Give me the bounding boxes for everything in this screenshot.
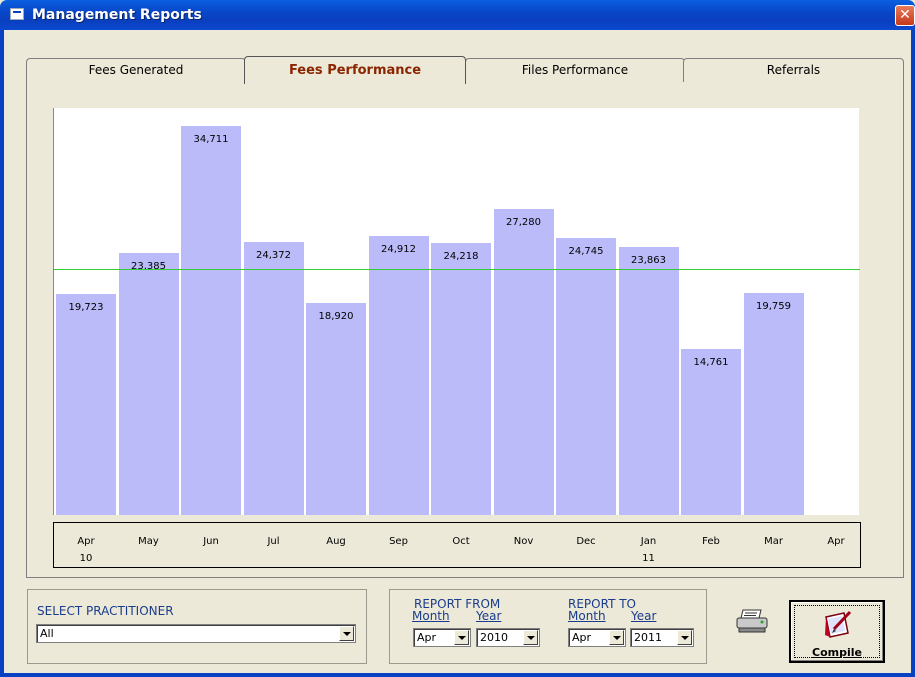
- tab-referrals[interactable]: Referrals: [683, 58, 904, 82]
- chart-bar: [681, 349, 741, 515]
- tab-fees-generated[interactable]: Fees Generated: [26, 58, 246, 82]
- report-to-month-label: Month: [568, 609, 606, 623]
- report-from-month-label: Month: [412, 609, 450, 623]
- chevron-down-icon[interactable]: [454, 630, 469, 645]
- chart-data-label: 23,863: [631, 255, 666, 267]
- practitioner-label: SELECT PRACTITIONER: [37, 604, 174, 618]
- report-from-month-select[interactable]: Apr: [413, 628, 471, 647]
- chart-data-label: 34,711: [193, 133, 229, 145]
- chart-data-label: 19,723: [68, 301, 104, 313]
- tab-fees-performance[interactable]: Fees Performance: [244, 56, 466, 84]
- practitioner-group: SELECT PRACTITIONER All: [27, 589, 367, 664]
- chart-x-tick-label: May: [138, 536, 159, 547]
- chart-bar: [618, 247, 679, 515]
- chevron-down-icon[interactable]: [609, 630, 624, 645]
- compile-label: Compile: [812, 646, 862, 659]
- chart-data-label: 19,759: [756, 301, 791, 313]
- chevron-down-icon[interactable]: [677, 630, 692, 645]
- chart-bar: [306, 302, 366, 515]
- practitioner-value: All: [40, 627, 54, 640]
- report-from-year-label: Year: [476, 609, 502, 623]
- tab-files-performance[interactable]: Files Performance: [465, 58, 685, 82]
- chart-data-label: 24,745: [568, 245, 604, 257]
- chart-plot-area: 19,723 23,385 34,711 24,372 18,920 24,912 24,2…: [53, 108, 860, 515]
- chart-data-label: 24,372: [256, 249, 291, 261]
- close-button[interactable]: ✕: [895, 5, 915, 26]
- chart-data-label: 24,912: [381, 243, 416, 255]
- printer-icon[interactable]: [735, 608, 769, 634]
- report-from-year-select[interactable]: 2010: [476, 628, 540, 647]
- chart-x-tick-label: Apr: [77, 536, 95, 547]
- chevron-down-icon[interactable]: [523, 630, 538, 645]
- window-icon: [10, 8, 24, 20]
- report-to-year-label: Year: [631, 609, 657, 623]
- chevron-down-icon[interactable]: [339, 626, 354, 641]
- chart-x-tick-label: Oct: [452, 536, 470, 547]
- window-frame-left: [0, 30, 4, 677]
- chart-x-tick-label: Nov: [513, 536, 534, 547]
- report-from-month-value: Apr: [417, 631, 437, 644]
- report-to-month-select[interactable]: Apr: [568, 628, 626, 647]
- chart-x-tick-label: Jul: [267, 536, 280, 547]
- chart-x-tick-label: Aug: [326, 536, 346, 547]
- chart-bar: [556, 237, 616, 515]
- chart-bar: [56, 293, 116, 515]
- chart-x-tick-label: Dec: [576, 536, 596, 547]
- report-to-year-value: 2011: [634, 631, 662, 644]
- chart-x-tick-sublabel: 10: [79, 553, 93, 564]
- chart-average-line: [54, 269, 860, 271]
- report-to-year-select[interactable]: 2011: [630, 628, 694, 647]
- chart-bar: [181, 125, 241, 515]
- chart-x-tick-sublabel: 11: [642, 553, 655, 564]
- chart-x-tick-label: Feb: [702, 536, 720, 547]
- chart-x-tick-label: Jan: [640, 536, 657, 547]
- chart-bar: [368, 235, 429, 515]
- chart-data-label: 27,280: [506, 217, 541, 229]
- report-to-month-value: Apr: [572, 631, 592, 644]
- compile-button[interactable]: Compile: [789, 600, 885, 663]
- chart-bar: [431, 243, 491, 515]
- window-title: Management Reports: [32, 7, 202, 23]
- chart-data-label: 18,920: [318, 310, 354, 322]
- chart-bar: [743, 293, 804, 515]
- chart-x-tick-label: Mar: [764, 536, 783, 547]
- chart-bar: [243, 241, 304, 515]
- compile-icon: [825, 610, 852, 638]
- report-range-group: REPORT FROM Month Year Apr 2010 REPORT T…: [389, 589, 707, 664]
- practitioner-select[interactable]: All: [36, 624, 356, 643]
- window-frame-right: [911, 30, 915, 677]
- title-bar: Management Reports ✕: [0, 0, 915, 30]
- chart-data-label: 24,218: [443, 251, 479, 263]
- chart-bar: [118, 252, 179, 515]
- chart-x-tick-label: Sep: [389, 536, 408, 547]
- chart-x-axis: Apr 10 May Jun Jul Aug Sep Oct Nov Dec Jan 11 Feb Mar…: [53, 522, 861, 568]
- chart-x-tick-label: Jun: [203, 536, 219, 547]
- chart-bar: [493, 209, 554, 515]
- chart-data-label: 14,761: [693, 357, 729, 369]
- report-from-year-value: 2010: [480, 631, 508, 644]
- chart-x-tick-label: Apr: [827, 536, 845, 547]
- window-frame-bottom: [0, 673, 915, 677]
